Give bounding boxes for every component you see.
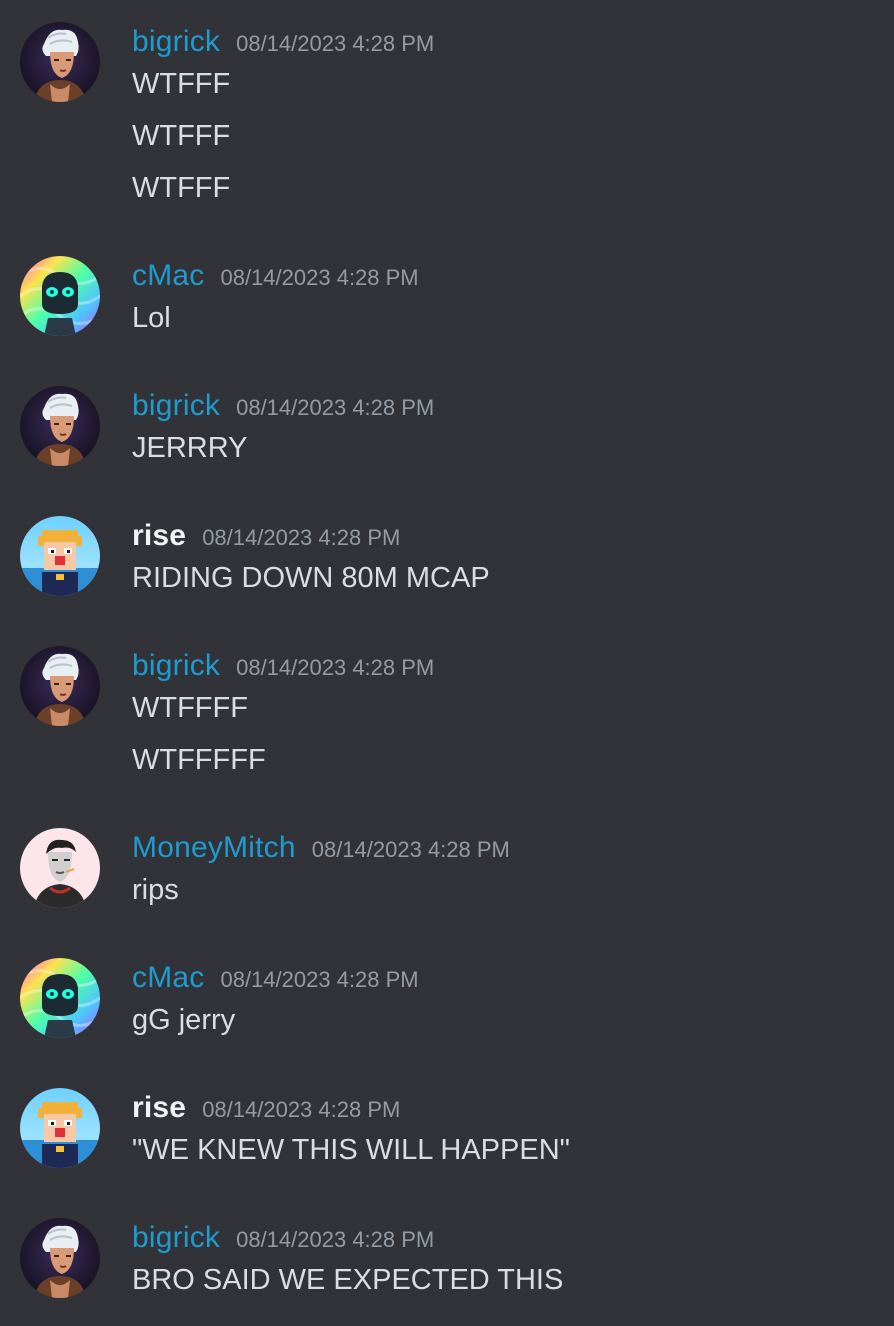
cmac-avatar-icon[interactable]	[20, 958, 100, 1038]
timestamp: 08/14/2023 4:28 PM	[220, 265, 419, 290]
timestamp: 08/14/2023 4:28 PM	[202, 525, 401, 550]
timestamp: 08/14/2023 4:28 PM	[236, 655, 435, 680]
bigrick-avatar-icon[interactable]	[20, 22, 100, 102]
bigrick-avatar-icon[interactable]	[20, 386, 100, 466]
message-text: rips	[132, 874, 179, 906]
username[interactable]: bigrick	[132, 22, 220, 62]
username[interactable]: bigrick	[132, 386, 220, 426]
cmac-avatar-icon[interactable]	[20, 256, 100, 336]
message-text: gG jerry	[132, 1004, 236, 1036]
timestamp: 08/14/2023 4:28 PM	[236, 1227, 435, 1252]
timestamp: 08/14/2023 4:28 PM	[202, 1097, 401, 1122]
timestamp: 08/14/2023 4:28 PM	[311, 837, 510, 862]
timestamp: 08/14/2023 4:28 PM	[220, 967, 419, 992]
rise-avatar-icon[interactable]	[20, 1088, 100, 1168]
message-header: bigrick 08/14/2023 4:28 PM	[132, 22, 434, 62]
username[interactable]: MoneyMitch	[132, 828, 296, 868]
message-text: BRO SAID WE EXPECTED THIS	[132, 1264, 564, 1296]
message-text: WTFFF	[132, 68, 231, 100]
message-header: cMac 08/14/2023 4:28 PM	[132, 958, 419, 998]
message-text: WTFFFFF	[132, 744, 266, 776]
username[interactable]: bigrick	[132, 646, 220, 686]
message-header: rise 08/14/2023 4:28 PM	[132, 1088, 400, 1128]
username[interactable]: rise	[132, 516, 186, 556]
username[interactable]: bigrick	[132, 1218, 220, 1258]
rise-avatar-icon[interactable]	[20, 516, 100, 596]
bigrick-avatar-icon[interactable]	[20, 646, 100, 726]
message-text: WTFFF	[132, 172, 231, 204]
moneymitch-avatar-icon[interactable]	[20, 828, 100, 908]
message-header: rise 08/14/2023 4:28 PM	[132, 516, 400, 556]
message-header: bigrick 08/14/2023 4:28 PM	[132, 646, 434, 686]
message-text: RIDING DOWN 80M MCAP	[132, 562, 490, 594]
message-header: MoneyMitch 08/14/2023 4:28 PM	[132, 828, 510, 868]
username[interactable]: rise	[132, 1088, 186, 1128]
message-text: Lol	[132, 302, 171, 334]
username[interactable]: cMac	[132, 958, 204, 998]
timestamp: 08/14/2023 4:28 PM	[236, 395, 435, 420]
bigrick-avatar-icon[interactable]	[20, 1218, 100, 1298]
message-text: JERRRY	[132, 432, 248, 464]
message-text: "WE KNEW THIS WILL HAPPEN"	[132, 1134, 570, 1166]
message-header: cMac 08/14/2023 4:28 PM	[132, 256, 419, 296]
message-text: WTFFFF	[132, 692, 248, 724]
message-header: bigrick 08/14/2023 4:28 PM	[132, 386, 434, 426]
message-text: WTFFF	[132, 120, 231, 152]
username[interactable]: cMac	[132, 256, 204, 296]
timestamp: 08/14/2023 4:28 PM	[236, 31, 435, 56]
message-header: bigrick 08/14/2023 4:28 PM	[132, 1218, 434, 1258]
